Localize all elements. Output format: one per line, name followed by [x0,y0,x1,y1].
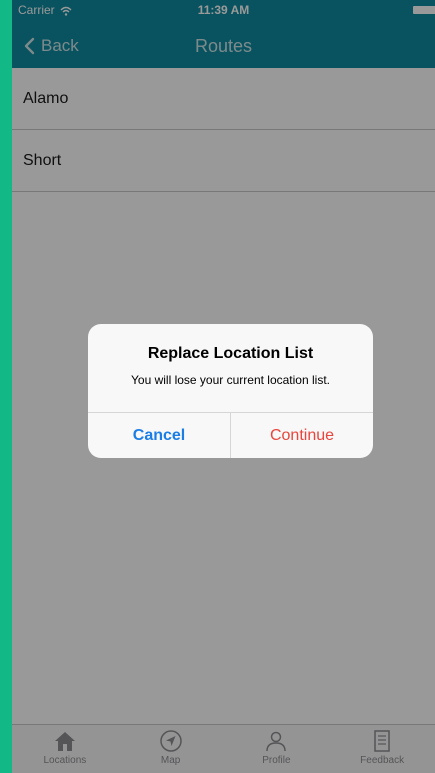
alert-button-row: Cancel Continue [88,412,373,458]
app-screen: Carrier 11:39 AM Back Routes Alamo Short… [12,0,435,773]
alert-dialog: Replace Location List You will lose your… [88,324,373,458]
alert-message: You will lose your current location list… [131,373,330,387]
cancel-button[interactable]: Cancel [88,413,231,458]
alert-title: Replace Location List [147,345,314,362]
continue-button[interactable]: Continue [231,413,373,458]
